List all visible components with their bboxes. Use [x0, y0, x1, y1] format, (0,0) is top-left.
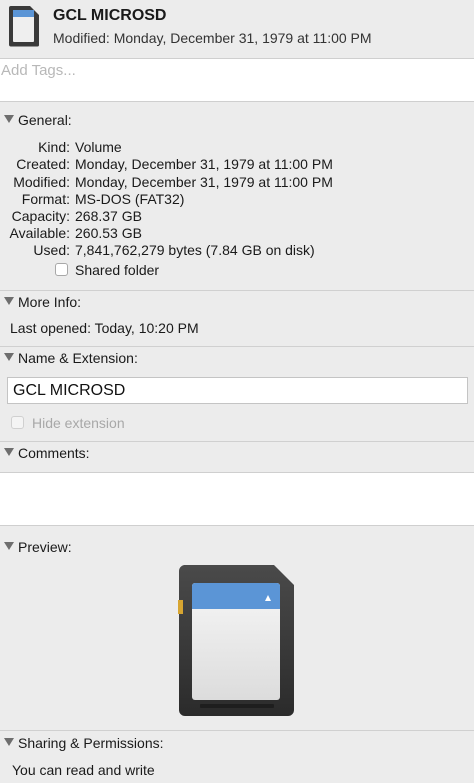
section-label-comments: Comments: — [18, 445, 90, 461]
general-row-created: Created: Monday, December 31, 1979 at 11… — [0, 156, 474, 173]
section-label-general: General: — [18, 112, 72, 128]
section-divider — [0, 290, 474, 291]
disclosure-triangle-icon[interactable] — [4, 448, 14, 456]
section-divider — [0, 441, 474, 442]
section-header-sharing[interactable]: Sharing & Permissions: — [0, 733, 474, 755]
hide-extension-checkbox[interactable] — [11, 416, 24, 429]
sd-card-preview-icon — [178, 565, 294, 716]
general-key: Kind: — [38, 139, 70, 155]
section-label-name-extension: Name & Extension: — [18, 350, 138, 366]
shared-folder-label: Shared folder — [75, 262, 160, 278]
general-key: Modified: — [13, 174, 70, 190]
disclosure-triangle-icon[interactable] — [4, 115, 14, 123]
general-value: Volume — [75, 139, 122, 155]
general-value: 268.37 GB — [75, 208, 142, 224]
general-value: MS-DOS (FAT32) — [75, 191, 185, 207]
disclosure-triangle-icon[interactable] — [4, 353, 14, 361]
permissions-summary: You can read and write — [12, 762, 155, 778]
tags-input[interactable] — [0, 59, 471, 81]
last-opened-row: Last opened: Today, 10:20 PM — [10, 320, 199, 336]
section-label-more-info: More Info: — [18, 294, 82, 310]
general-value: 7,841,762,279 bytes (7.84 GB on disk) — [75, 242, 315, 258]
volume-title: GCL MICROSD — [53, 7, 167, 24]
section-divider — [0, 346, 474, 347]
name-field[interactable] — [7, 377, 468, 404]
disclosure-triangle-icon[interactable] — [4, 542, 14, 550]
section-header-name-extension[interactable]: Name & Extension: — [0, 348, 474, 370]
section-label-sharing: Sharing & Permissions: — [18, 735, 164, 751]
general-key: Available: — [9, 225, 70, 241]
section-header-preview[interactable]: Preview: — [0, 537, 474, 559]
general-value: Monday, December 31, 1979 at 11:00 PM — [75, 174, 333, 190]
general-row-capacity: Capacity: 268.37 GB — [0, 208, 474, 225]
disclosure-triangle-icon[interactable] — [4, 297, 14, 305]
disclosure-triangle-icon[interactable] — [4, 738, 14, 746]
hide-extension-label: Hide extension — [32, 415, 125, 431]
general-key: Capacity: — [11, 208, 70, 224]
general-key: Created: — [16, 156, 70, 172]
header-modified-date: Modified: Monday, December 31, 1979 at 1… — [53, 30, 372, 46]
section-divider — [0, 730, 474, 731]
tags-area — [0, 58, 474, 102]
info-header: GCL MICROSD Modified: Monday, December 3… — [0, 0, 474, 58]
section-header-more-info[interactable]: More Info: — [0, 292, 474, 314]
general-row-modified: Modified: Monday, December 31, 1979 at 1… — [0, 174, 474, 191]
shared-folder-checkbox[interactable] — [55, 263, 68, 276]
general-row-available: Available: 260.53 GB — [0, 225, 474, 242]
general-value: 260.53 GB — [75, 225, 142, 241]
general-row-used: Used: 7,841,762,279 bytes (7.84 GB on di… — [0, 242, 474, 259]
comments-field[interactable] — [0, 472, 474, 526]
section-label-preview: Preview: — [18, 539, 72, 555]
general-key: Used: — [33, 242, 70, 258]
sd-card-icon — [9, 6, 39, 47]
section-header-comments[interactable]: Comments: — [0, 443, 474, 465]
section-header-general[interactable]: General: — [0, 110, 474, 132]
general-row-kind: Kind: Volume — [0, 139, 474, 156]
general-key: Format: — [21, 191, 70, 207]
general-value: Monday, December 31, 1979 at 11:00 PM — [75, 156, 333, 172]
general-row-format: Format: MS-DOS (FAT32) — [0, 191, 474, 208]
